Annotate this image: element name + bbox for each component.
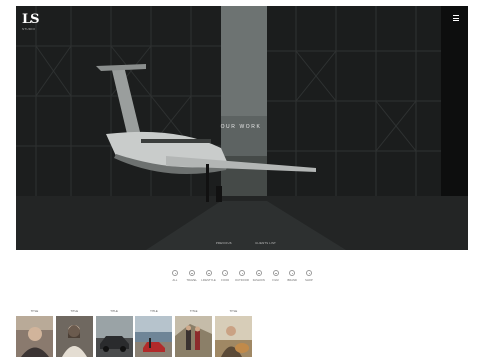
thumbnail-label: TITLE <box>30 309 39 313</box>
thumbnail-card[interactable]: TITLE <box>214 306 252 358</box>
thumbnail-card[interactable]: TITLE <box>16 306 53 358</box>
thumbnail-card[interactable]: TITLE <box>95 306 133 358</box>
thumbnail-label: TITLE <box>150 309 158 313</box>
thumbnail-image-portrait <box>16 316 53 357</box>
category-film[interactable]: FILM <box>269 270 283 288</box>
category-shop[interactable]: SHOP <box>302 270 316 288</box>
category-all[interactable]: ALL <box>168 270 182 288</box>
thumbnail-image-red-car <box>135 316 173 357</box>
thumbnail-card[interactable]: TITLE <box>135 306 173 358</box>
hamburger-icon <box>453 15 459 16</box>
circle-icon <box>222 270 229 276</box>
circle-icon <box>306 270 312 276</box>
category-lifestyle[interactable]: LIFESTYLE <box>201 270 216 288</box>
circle-icon <box>172 270 178 276</box>
hero-title: OUR WORK <box>220 124 262 130</box>
circle-icon <box>255 270 262 276</box>
thumbnail-grid: TITLE TITLE TITLE TITLE TITLE TITLE <box>16 306 252 358</box>
hero-link-previous[interactable]: PREVIOUS <box>216 242 232 245</box>
category-travel[interactable]: TRAVEL <box>185 270 199 288</box>
thumbnail-image-car <box>95 316 133 357</box>
thumbnail-card[interactable]: TITLE <box>175 306 213 358</box>
circle-icon <box>289 270 296 276</box>
circle-icon <box>188 270 195 276</box>
logo-subtitle: STUDIO <box>22 27 36 31</box>
circle-icon <box>205 270 212 276</box>
thumbnail-label: TITLE <box>70 309 79 313</box>
thumbnail-card[interactable]: TITLE <box>55 306 93 358</box>
logo[interactable]: LS <box>22 13 40 26</box>
category-brand[interactable]: BRAND <box>285 270 299 288</box>
thumbnail-image-portrait <box>55 316 93 357</box>
hero-banner: LS STUDIO OUR WORK PREVIOUS CLIENTS LIST <box>16 6 468 250</box>
hero-link-clients[interactable]: CLIENTS LIST <box>255 242 276 245</box>
thumbnail-label: TITLE <box>110 309 118 313</box>
thumbnail-label: TITLE <box>229 309 238 313</box>
thumbnail-label: TITLE <box>189 309 198 313</box>
hamburger-menu-button[interactable] <box>453 15 459 21</box>
circle-icon <box>239 270 245 276</box>
thumbnail-image-man-dog <box>214 316 252 357</box>
category-food[interactable]: FOOD <box>218 270 232 288</box>
thumbnail-image-couple <box>175 316 213 357</box>
category-filter-bar: ALL TRAVEL LIFESTYLE FOOD OUTDOOR FASHIO… <box>168 270 316 288</box>
category-fashion[interactable]: FASHION <box>252 270 266 288</box>
hero-links: PREVIOUS CLIENTS LIST <box>216 242 276 245</box>
circle-icon <box>272 270 279 276</box>
category-outdoor[interactable]: OUTDOOR <box>235 270 249 288</box>
